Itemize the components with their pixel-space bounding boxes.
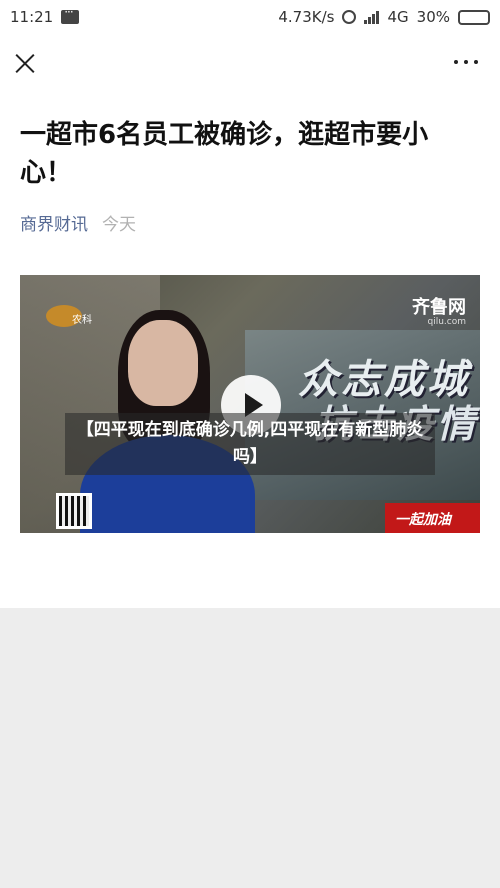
network-type: 4G <box>387 8 409 26</box>
alarm-icon <box>342 10 357 24</box>
qilu-logo: 齐鲁网 <box>412 297 466 318</box>
video-player[interactable]: 农科 齐鲁网 qilu.com 众志成城 抗击疫情 一起加油 【四平现在到底确诊… <box>20 275 480 533</box>
network-speed: 4.73K/s <box>278 8 335 26</box>
status-time: 11:21 <box>10 8 54 26</box>
qilu-logo-sub: qilu.com <box>427 317 466 327</box>
nav-bar <box>0 34 500 98</box>
close-icon[interactable] <box>14 52 36 74</box>
news-anchor-face <box>128 320 198 406</box>
message-icon <box>61 5 80 24</box>
bottom-banner: 一起加油 <box>385 503 480 533</box>
article-title: 一超市6名员工被确诊，逛超市要小心！ <box>20 120 429 188</box>
battery-icon <box>458 9 490 25</box>
channel-logo-text: 农科 <box>72 315 92 326</box>
article: 一超市6名员工被确诊，逛超市要小心！ 商界财讯 今天 农科 齐鲁网 qilu.c… <box>0 98 500 608</box>
battery-percent: 30% <box>416 8 450 26</box>
video-caption: 【四平现在到底确诊几例,四平现在有新型肺炎吗】 <box>65 413 435 475</box>
signal-icon <box>364 10 380 24</box>
article-source-link[interactable]: 商界财讯 <box>20 210 88 235</box>
more-icon[interactable] <box>454 60 478 64</box>
article-date: 今天 <box>102 215 136 235</box>
qr-code-icon <box>56 493 92 529</box>
article-meta: 商界财讯 今天 <box>20 210 136 235</box>
status-bar: 11:21 4.73K/s 4G 30% <box>0 0 500 34</box>
